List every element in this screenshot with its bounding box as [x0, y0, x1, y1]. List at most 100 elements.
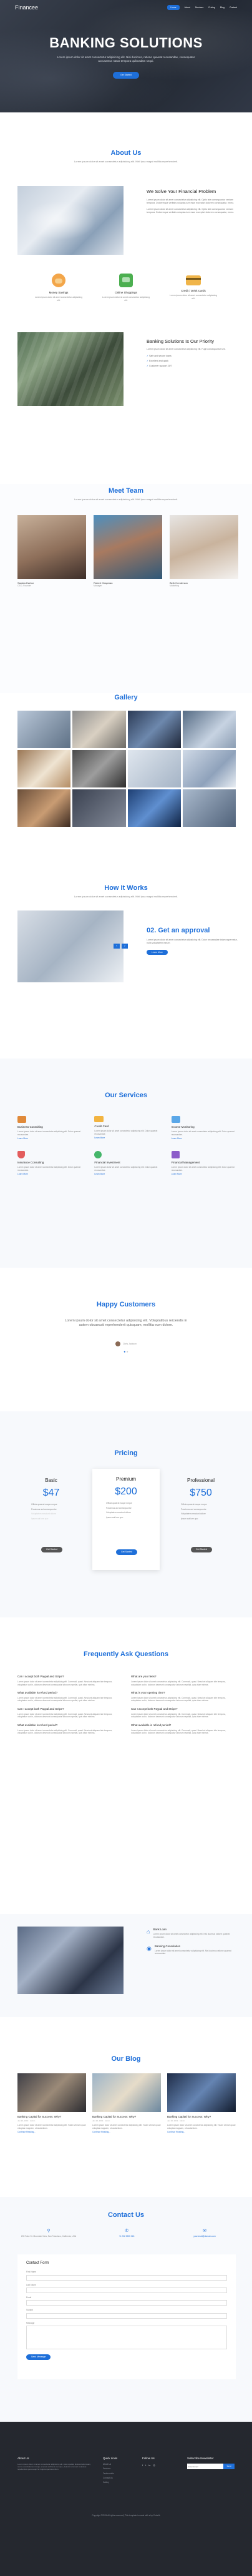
gallery-image[interactable] — [72, 711, 126, 748]
footer-about-title: About Us — [17, 2457, 29, 2460]
step-title: 02. Get an approval — [147, 927, 210, 934]
message-textarea[interactable] — [26, 2326, 227, 2350]
email-input[interactable] — [26, 2300, 227, 2306]
feature-title: Money Savings — [49, 291, 69, 294]
service-link[interactable]: Learn More — [94, 1173, 158, 1175]
feature-text: Lorem ipsum dolor sit amet consectetur a… — [34, 296, 83, 302]
hero-title: BANKING SOLUTIONS — [49, 35, 203, 51]
blog-read-more[interactable]: Continue Reading... — [167, 2131, 236, 2133]
service-link[interactable]: Learn More — [172, 1137, 236, 1140]
plan-name: Basic — [45, 1478, 57, 1483]
brand-logo[interactable]: Financee — [15, 4, 38, 11]
facebook-icon[interactable]: f — [142, 2464, 143, 2467]
shield-icon — [17, 1151, 25, 1159]
footer-link[interactable]: Testimonials — [103, 2472, 134, 2475]
blog-post: Banking Capital for Success: Why? Jan 20… — [92, 2073, 161, 2133]
testimonial-section: Happy Customers Lorem ipsum dolor sit am… — [0, 1268, 252, 1411]
gallery-image[interactable] — [17, 750, 71, 787]
pricing-card-premium: Premium $200 Officia quaerat eaque neque… — [92, 1469, 160, 1570]
footer-link[interactable]: Gallery — [103, 2481, 134, 2484]
blog-post-title[interactable]: Banking Capital for Success: Why? — [167, 2115, 236, 2119]
gallery-image[interactable] — [127, 750, 181, 787]
feature-photo-money — [17, 1927, 124, 1994]
plan-feature: Voluptatem nesciunt dolore — [31, 1513, 56, 1516]
service-link[interactable]: Learn More — [172, 1173, 236, 1175]
blog-read-more[interactable]: Continue Reading... — [17, 2131, 86, 2133]
service-link[interactable]: Learn More — [17, 1137, 82, 1140]
testimonial-quote: Lorem ipsum dolor sit amet consectetur a… — [65, 1319, 187, 1328]
plan-price: $750 — [190, 1487, 212, 1498]
faq-item[interactable]: What available is refund period? Lorem ip… — [131, 1724, 236, 1735]
service-link[interactable]: Learn More — [94, 1137, 158, 1139]
faq-item[interactable]: What is your opening time? Lorem ipsum do… — [131, 1691, 236, 1702]
footer-link[interactable]: Contact Us — [103, 2477, 134, 2479]
faq-item[interactable]: Can I accept both Paypal and Stripe? Lore… — [17, 1707, 117, 1719]
gallery-image[interactable] — [72, 789, 126, 827]
how-photo — [17, 910, 124, 982]
subject-input[interactable] — [26, 2312, 227, 2319]
nav-contact[interactable]: Contact — [230, 6, 237, 9]
nav-about[interactable]: About — [185, 6, 190, 9]
blog-post: Banking Capital for Success: Why? Jan 20… — [17, 2073, 86, 2133]
check-item: ✓ Excellent and quick — [147, 359, 168, 362]
priority-title: Banking Solutions Is Our Priority — [147, 338, 214, 344]
plan-button[interactable]: Get Started — [116, 1549, 137, 1555]
footer-link[interactable]: About Us — [103, 2463, 134, 2465]
last-name-input[interactable] — [26, 2287, 227, 2293]
gallery-image[interactable] — [182, 711, 236, 748]
how-title: How It Works — [104, 884, 148, 892]
linkedin-icon[interactable]: in — [148, 2464, 150, 2467]
service-title: Income Monitoring — [171, 1125, 195, 1128]
step-button[interactable]: Learn More — [147, 949, 168, 955]
team-member: Beth Henderson Marketing — [170, 515, 238, 588]
nav-home[interactable]: Home — [167, 4, 180, 11]
nav-pricing[interactable]: Pricing — [208, 6, 215, 9]
plan-button[interactable]: Get Started — [191, 1547, 212, 1552]
blog-post-title[interactable]: Banking Capital for Success: Why? — [92, 2115, 161, 2119]
service-link[interactable]: Learn More — [17, 1173, 82, 1175]
blog-read-more[interactable]: Continue Reading... — [92, 2131, 161, 2133]
faq-item[interactable]: What available is refund period? Lorem ip… — [17, 1724, 117, 1735]
copyright: Copyright ©2024 All rights reserved | Th… — [92, 2514, 160, 2517]
plan-feature: Ipsum aut iure quo — [181, 1517, 198, 1520]
slider-next-button[interactable]: › — [122, 944, 128, 949]
nav-blog[interactable]: Blog — [220, 6, 225, 9]
gallery-image[interactable] — [17, 711, 71, 748]
contact-address: ⚲ 203 Fake St. Mountain View, San Francis… — [17, 2228, 80, 2238]
blog-excerpt: Lorem ipsum dolor sit amet consectetur a… — [167, 2124, 236, 2129]
newsletter-email-input[interactable] — [187, 2464, 223, 2470]
team-subtitle: Lorem ipsum dolor sit amet consectetur a… — [74, 497, 178, 501]
footer-link[interactable]: Services — [103, 2467, 134, 2470]
credit-card-icon — [94, 1116, 104, 1122]
gallery-image[interactable] — [17, 789, 71, 827]
gallery-image[interactable] — [72, 750, 126, 787]
instagram-icon[interactable]: ◎ — [153, 2464, 155, 2467]
plan-feature: Officia quaerat eaque neque — [181, 1503, 207, 1506]
faq-section: Frequently Ask Questions Can I accept bo… — [0, 1617, 252, 1914]
faq-item[interactable]: What available is refund period? Lorem ip… — [17, 1691, 117, 1702]
faq-item[interactable]: Can I accept both Paypal and Stripe? Lore… — [17, 1675, 117, 1686]
feature-title: Online Shoppings — [115, 291, 137, 294]
priority-text: Lorem ipsum dolor sit amet consectetur a… — [147, 348, 226, 351]
blog-image[interactable] — [92, 2073, 161, 2112]
hero-button[interactable]: Get Started — [113, 71, 139, 79]
service-text: Lorem ipsum dolor sit amet consectetur a… — [17, 1130, 80, 1136]
slider-prev-button[interactable]: ‹ — [114, 944, 120, 949]
blog-image[interactable] — [17, 2073, 86, 2112]
twitter-icon[interactable]: t — [145, 2464, 146, 2467]
blog-post-title[interactable]: Banking Capital for Success: Why? — [17, 2115, 86, 2119]
first-name-input[interactable] — [26, 2274, 227, 2281]
faq-item[interactable]: What are your fees? Lorem ipsum dolor sit… — [131, 1675, 236, 1686]
newsletter-send-button[interactable]: Send — [223, 2464, 235, 2470]
gallery-image[interactable] — [182, 789, 236, 827]
gallery-image[interactable] — [182, 750, 236, 787]
gallery-image[interactable] — [127, 711, 181, 748]
nav-services[interactable]: Services — [195, 6, 203, 9]
blog-image[interactable] — [167, 2073, 236, 2112]
send-message-button[interactable]: Send Message — [26, 2354, 51, 2360]
phone-icon: ✆ — [125, 2229, 128, 2233]
plan-button[interactable]: Get Started — [41, 1547, 62, 1552]
carousel-dots[interactable]: ● ● — [0, 1350, 252, 1355]
gallery-image[interactable] — [127, 789, 181, 827]
faq-item[interactable]: Can I accept both Paypal and Stripe? Lore… — [131, 1707, 236, 1719]
